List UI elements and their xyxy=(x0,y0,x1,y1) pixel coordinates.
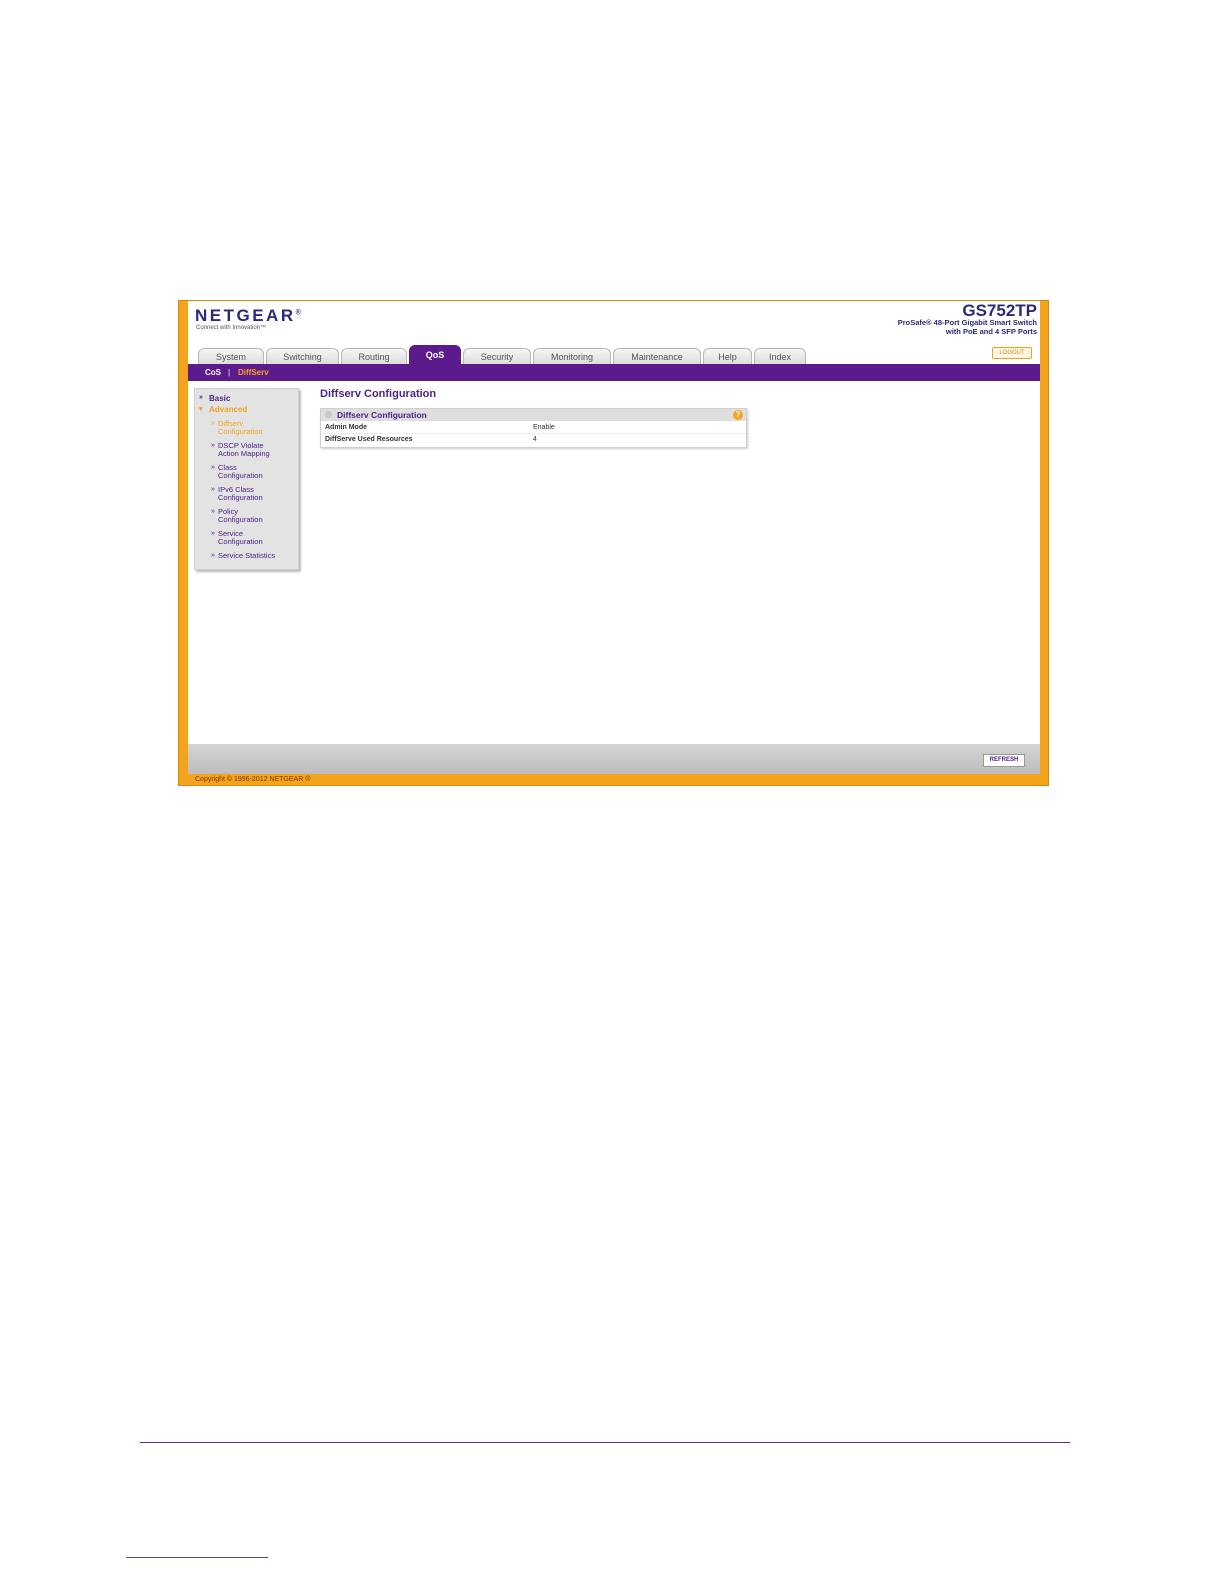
page-title: Diffserv Configuration xyxy=(320,388,437,400)
page-divider xyxy=(140,1442,1070,1443)
help-icon[interactable]: ? xyxy=(733,410,743,420)
subnav-separator: | xyxy=(228,368,231,377)
sidebar-item-label: Configuration xyxy=(218,427,263,436)
bullet-icon: » xyxy=(211,530,215,537)
tab-qos[interactable]: QoS xyxy=(409,345,461,364)
bullet-icon: » xyxy=(211,420,215,427)
admin-mode-label: Admin Mode xyxy=(325,424,367,431)
sidebar-item-advanced[interactable]: ▾ Advanced xyxy=(199,405,248,414)
sidebar-advanced-label: Advanced xyxy=(209,405,248,414)
table-row: DiffServe Used Resources 4 xyxy=(321,434,746,445)
tab-routing[interactable]: Routing xyxy=(341,348,407,364)
main-tabs: System Switching Routing QoS Security Mo… xyxy=(198,345,808,364)
sidebar-item-basic[interactable]: » Basic xyxy=(199,394,231,403)
sidebar-item-label: Service Statistics xyxy=(218,551,276,560)
bullet-icon: » xyxy=(211,442,215,449)
sidebar-item-label: Configuration xyxy=(218,515,263,524)
sidebar-item-label: Action Mapping xyxy=(218,449,270,458)
footer-rule xyxy=(126,1557,268,1558)
product-description-line2: with PoE and 4 SFP Ports xyxy=(945,327,1037,336)
tab-maintenance[interactable]: Maintenance xyxy=(613,348,701,364)
logo-mark: ® xyxy=(295,309,301,317)
copyright: Copyright © 1996-2012 NETGEAR ® xyxy=(195,776,311,783)
netgear-logo: NETGEAR® xyxy=(195,306,301,326)
sidebar-item-class-configuration[interactable]: » Class Configuration xyxy=(211,464,296,480)
bullet-icon: » xyxy=(211,464,215,471)
sidebar-item-service-configuration[interactable]: » Service Configuration xyxy=(211,530,296,546)
tab-monitoring[interactable]: Monitoring xyxy=(533,348,611,364)
panel-title: Diffserv Configuration xyxy=(337,410,427,420)
subnav-diffserv[interactable]: DiffServ xyxy=(238,364,269,381)
sidebar-item-dscp-violate-action-mapping[interactable]: » DSCP Violate Action Mapping xyxy=(211,442,296,458)
header: NETGEAR® Connect with Innovation™ GS752T… xyxy=(188,301,1040,364)
tab-switching[interactable]: Switching xyxy=(266,348,339,364)
tab-security[interactable]: Security xyxy=(463,348,531,364)
footer-bar: REFRESH xyxy=(188,744,1040,774)
sidebar-item-diffserv-configuration[interactable]: » Diffserv Configuration xyxy=(211,420,296,436)
product-description-line1: ProSafe® 48-Port Gigabit Smart Switch xyxy=(897,318,1037,327)
sidebar-basic-label: Basic xyxy=(209,394,231,403)
bullet-icon: » xyxy=(199,394,203,401)
panel-header: Diffserv Configuration ? xyxy=(321,409,746,421)
bullet-icon: » xyxy=(211,552,215,559)
sidebar-item-policy-configuration[interactable]: » Policy Configuration xyxy=(211,508,296,524)
expand-icon: ▾ xyxy=(199,406,203,413)
sidebar-item-label: Configuration xyxy=(218,471,263,480)
switch-ui-screenshot: NETGEAR® Connect with Innovation™ GS752T… xyxy=(178,300,1049,786)
tab-system[interactable]: System xyxy=(198,348,264,364)
bullet-icon: » xyxy=(211,486,215,493)
sidebar: » Basic ▾ Advanced » Diffserv Configuration … xyxy=(194,388,299,570)
used-resources-label: DiffServe Used Resources xyxy=(325,436,413,443)
diffserv-config-panel: Diffserv Configuration ? Admin Mode Enab… xyxy=(320,408,747,448)
table-row: Admin Mode Enable xyxy=(321,422,746,434)
subnav-cos[interactable]: CoS xyxy=(205,364,221,381)
logo-text: NETGEAR xyxy=(195,306,296,325)
admin-mode-value: Enable xyxy=(533,424,555,431)
tab-index[interactable]: Index xyxy=(754,348,806,364)
sub-navigation: CoS | DiffServ xyxy=(188,364,1040,381)
collapse-icon[interactable] xyxy=(325,411,332,418)
sidebar-item-ipv6-class-configuration[interactable]: » IPv6 Class Configuration xyxy=(211,486,296,502)
sidebar-item-service-statistics[interactable]: » Service Statistics xyxy=(211,551,296,560)
bullet-icon: » xyxy=(211,508,215,515)
main-content: » Basic ▾ Advanced » Diffserv Configuration … xyxy=(188,381,1040,744)
refresh-button[interactable]: REFRESH xyxy=(983,754,1025,767)
tagline: Connect with Innovation™ xyxy=(196,325,267,331)
sidebar-item-label: Configuration xyxy=(218,537,263,546)
logout-button[interactable]: LOGOUT xyxy=(992,347,1032,359)
used-resources-value: 4 xyxy=(533,436,537,443)
sidebar-item-label: Configuration xyxy=(218,493,263,502)
tab-help[interactable]: Help xyxy=(703,348,752,364)
